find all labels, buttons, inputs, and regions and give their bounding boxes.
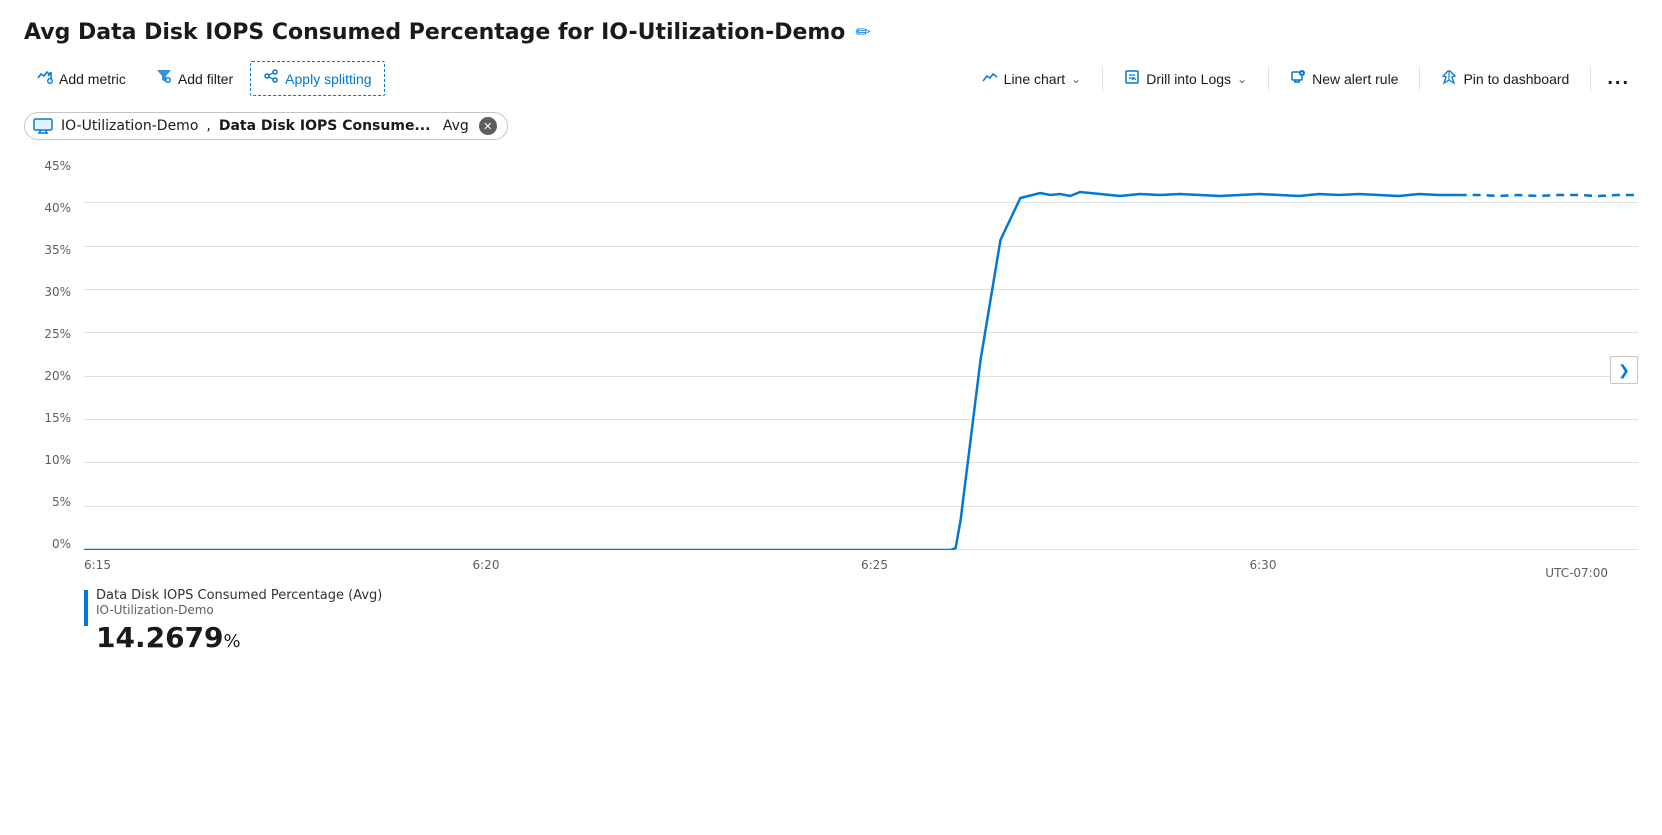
drill-logs-chevron: ⌄	[1237, 72, 1247, 86]
alert-icon	[1290, 69, 1306, 88]
drill-logs-icon	[1124, 69, 1140, 88]
separator-1	[1102, 67, 1103, 91]
x-label-620: 6:20	[473, 558, 500, 572]
page-title: Avg Data Disk IOPS Consumed Percentage f…	[24, 20, 1638, 45]
toolbar-right: Line chart ⌄ Drill into Logs ⌄	[969, 62, 1638, 95]
x-label-625: 6:25	[861, 558, 888, 572]
pill-separator: ,	[206, 118, 210, 134]
separator-4	[1590, 67, 1591, 91]
y-label-20%: 20%	[24, 370, 79, 382]
metric-pill: IO-Utilization-Demo, Data Disk IOPS Cons…	[24, 112, 508, 140]
new-alert-rule-button[interactable]: New alert rule	[1277, 62, 1411, 95]
legend-metric-label: Data Disk IOPS Consumed Percentage (Avg)	[96, 588, 382, 603]
legend-color-bar	[84, 590, 88, 626]
add-metric-icon	[37, 68, 53, 89]
add-filter-icon	[156, 68, 172, 89]
y-label-15%: 15%	[24, 412, 79, 424]
pill-metric-name: Data Disk IOPS Consume...	[219, 118, 431, 134]
y-label-40%: 40%	[24, 202, 79, 214]
y-label-35%: 35%	[24, 244, 79, 256]
x-label-630: 6:30	[1250, 558, 1277, 572]
y-label-45%: 45%	[24, 160, 79, 172]
chart-svg	[84, 160, 1638, 550]
drill-logs-button[interactable]: Drill into Logs ⌄	[1111, 62, 1260, 95]
x-axis: 6:15 6:20 6:25 6:30	[84, 552, 1638, 580]
line-chart-button[interactable]: Line chart ⌄	[969, 62, 1095, 95]
legend-resource: IO-Utilization-Demo	[96, 603, 382, 617]
legend-item: Data Disk IOPS Consumed Percentage (Avg)…	[84, 588, 1638, 654]
add-metric-button[interactable]: Add metric	[24, 61, 139, 96]
chart-area: 0% 5% 10% 15% 20% 25% 30% 35% 40% 45%	[24, 160, 1638, 580]
pill-vm-name: IO-Utilization-Demo	[61, 118, 198, 134]
legend-value: 14.2679%	[96, 621, 382, 654]
utc-label: UTC-07:00	[1545, 566, 1608, 580]
chart-line-dotted	[1459, 195, 1638, 196]
more-options-button[interactable]: ...	[1599, 63, 1638, 94]
legend-area: Data Disk IOPS Consumed Percentage (Avg)…	[24, 588, 1638, 654]
chart-line-solid	[84, 192, 1459, 550]
remove-metric-button[interactable]: ✕	[479, 117, 497, 135]
pin-icon	[1441, 69, 1457, 88]
pin-dashboard-button[interactable]: Pin to dashboard	[1428, 62, 1582, 95]
y-axis: 0% 5% 10% 15% 20% 25% 30% 35% 40% 45%	[24, 160, 79, 550]
legend-text-block: Data Disk IOPS Consumed Percentage (Avg)…	[96, 588, 382, 654]
y-label-30%: 30%	[24, 286, 79, 298]
chart-inner	[84, 160, 1638, 550]
chart-container: 6:15 6:20 6:25 6:30 UTC-07:00	[84, 160, 1638, 580]
apply-splitting-button[interactable]: Apply splitting	[250, 61, 384, 96]
separator-2	[1268, 67, 1269, 91]
add-filter-button[interactable]: Add filter	[143, 61, 246, 96]
edit-title-icon[interactable]: ✏	[855, 22, 870, 43]
line-chart-chevron: ⌄	[1071, 72, 1081, 86]
y-label-0%: 0%	[24, 538, 79, 550]
line-chart-icon	[982, 69, 998, 88]
y-label-5%: 5%	[24, 496, 79, 508]
y-label-10%: 10%	[24, 454, 79, 466]
apply-splitting-icon	[263, 68, 279, 89]
vm-icon	[33, 118, 53, 134]
y-label-25%: 25%	[24, 328, 79, 340]
x-label-615: 6:15	[84, 558, 111, 572]
separator-3	[1419, 67, 1420, 91]
pill-aggregation: Avg	[438, 118, 468, 134]
expand-chart-button[interactable]: ❯	[1610, 356, 1638, 384]
toolbar: Add metric Add filter Apply splitting	[24, 61, 1638, 96]
